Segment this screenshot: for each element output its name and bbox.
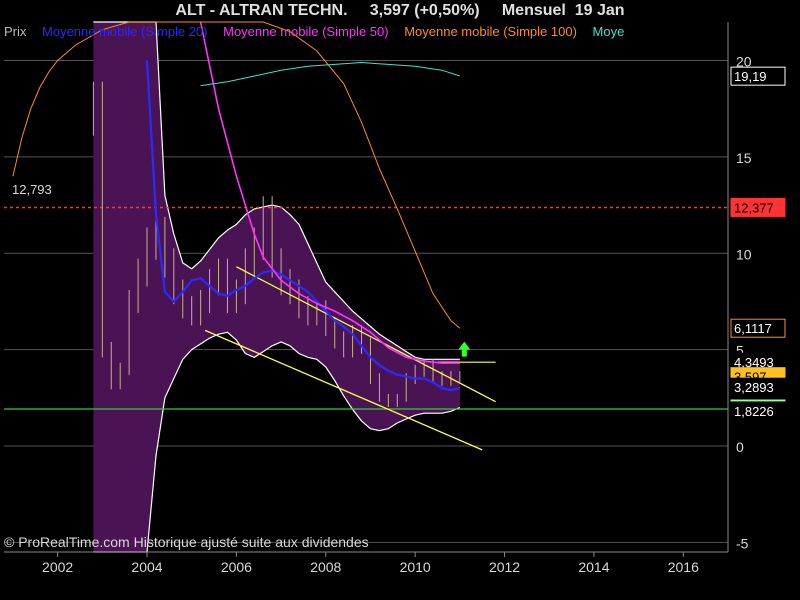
watermark: © ProRealTime.com Historique ajusté suit…	[4, 534, 369, 550]
x-tick-label: 2012	[489, 559, 520, 575]
right-axis-price-label-0: 19,19	[730, 66, 786, 86]
y-tick-label: 10	[736, 246, 752, 262]
right-axis-price-label-7: 1,8226	[730, 401, 786, 421]
x-tick-label: 2010	[400, 559, 431, 575]
price-label-text: 6,1117	[734, 321, 772, 336]
right-axis-price-label-5: 3,2893	[730, 377, 786, 397]
x-tick-label: 2016	[668, 559, 699, 575]
chart-title: ALT - ALTRAN TECHN. 3,597 (+0,50%) Mensu…	[175, 2, 625, 19]
legend-sma20: Moyenne mobile (Simple 20)	[42, 24, 208, 39]
y-tick-label: -5	[736, 535, 749, 551]
x-tick-label: 2002	[42, 559, 73, 575]
legend-price: Prix	[4, 24, 27, 39]
x-tick-label: 2008	[310, 559, 341, 575]
right-axis-price-label-1: 12,377	[730, 197, 786, 217]
price-chart[interactable]: -5051015202002 2004 2006 2008 2010 2012 2014 20…	[0, 0, 800, 600]
y-tick-label: 0	[736, 439, 744, 455]
price-label-text: 19,19	[734, 69, 767, 84]
legend-sma50: Moyenne mobile (Simple 50)	[223, 24, 389, 39]
right-axis-price-label-2: 6,1117	[730, 318, 786, 338]
price-label-text: 12,377	[734, 200, 774, 215]
y-tick-label: 15	[736, 150, 752, 166]
legend: Prix Moyenne mobile (Simple 20) Moyenne …	[4, 24, 636, 39]
legend-sma-long: Moye	[592, 24, 625, 39]
x-tick-label: 2014	[578, 559, 609, 575]
left-price-label: 12,793	[12, 182, 52, 197]
price-label-text: 1,8226	[734, 404, 774, 419]
x-tick-label: 2004	[131, 559, 162, 575]
price-label-text: 3,2893	[734, 380, 774, 395]
x-tick-label: 2006	[221, 559, 252, 575]
legend-sma100: Moyenne mobile (Simple 100)	[404, 24, 577, 39]
